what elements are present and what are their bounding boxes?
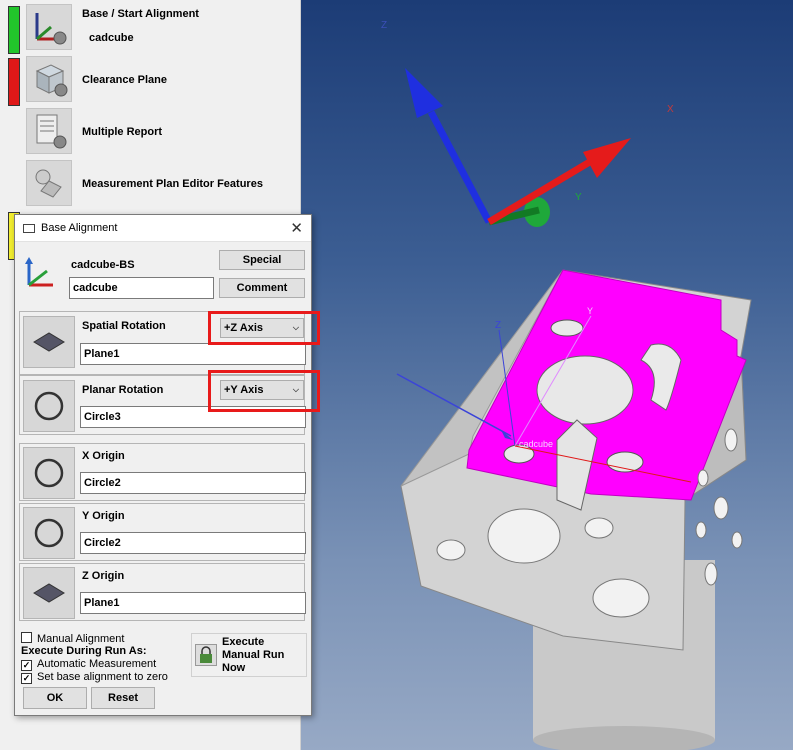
z-origin-section: Z Origin Plane1 [19,563,306,621]
z-origin-feature-field[interactable]: Plane1 [80,592,306,614]
plane-icon[interactable] [23,316,75,368]
base-alignment-dialog: Base Alignment ✕ cadcube-BS cadcube Spec… [14,214,320,716]
y-origin-label: Y Origin [82,510,125,522]
planar-rotation-label: Planar Rotation [82,384,164,396]
lock-icon [195,644,217,666]
checkbox-label: Set base alignment to zero [37,671,168,683]
plan-item-clearance-plane[interactable]: Clearance Plane [0,56,300,106]
axis-y-label: Y [575,192,582,203]
spatial-rotation-label: Spatial Rotation [82,320,166,332]
automatic-measurement-checkbox[interactable]: ✓ Automatic Measurement [21,658,156,671]
x-origin-label: X Origin [82,450,125,462]
plan-item-base-alignment[interactable]: Base / Start Alignment cadcube [0,4,300,54]
execute-manual-run-label: Execute Manual Run Now [222,636,284,675]
part-y-label: Y [587,306,593,316]
dialog-title: Base Alignment [41,222,118,234]
plan-item-label: Multiple Report [82,126,163,138]
plane-icon[interactable] [23,567,75,619]
y-origin-section: Y Origin Circle2 [19,503,306,561]
plan-item-features[interactable]: Measurement Plan Editor Features [0,160,300,210]
alignment-axes-icon [23,255,59,291]
part-name-label: cadcube [519,439,553,449]
status-bar-red [8,58,20,106]
alignment-axes-icon [26,4,72,50]
check-icon[interactable]: ✓ [21,673,32,684]
comment-button[interactable]: Comment [219,278,305,298]
execute-line: Execute [222,636,265,648]
clearance-cube-icon [26,56,72,102]
axis-z-label: Z [381,20,387,31]
axis-x-label: X [667,104,674,115]
alignment-comment-field[interactable]: cadcube [69,277,214,299]
set-base-zero-checkbox[interactable]: ✓ Set base alignment to zero [21,671,168,684]
z-origin-label: Z Origin [82,570,125,582]
plan-item-multiple-report[interactable]: Multiple Report [0,108,300,158]
y-origin-feature-field[interactable]: Circle2 [80,532,306,554]
ok-button[interactable]: OK [23,687,87,709]
execute-manual-run-button[interactable]: Execute Manual Run Now [191,633,307,677]
highlight-box [208,311,320,345]
circle-icon[interactable] [23,447,75,499]
manual-alignment-checkbox[interactable]: Manual Alignment [21,632,124,645]
circle-icon[interactable] [23,507,75,559]
part-z-label: Z [495,320,501,331]
plan-item-label: Measurement Plan Editor Features [82,178,263,190]
features-icon [26,160,72,206]
spatial-rotation-feature-field[interactable]: Plane1 [80,343,306,365]
x-origin-feature-field[interactable]: Circle2 [80,472,306,494]
check-icon[interactable]: ✓ [21,660,32,671]
checkbox-label: Automatic Measurement [37,658,157,670]
plan-item-sublabel: cadcube [89,32,134,44]
x-origin-section: X Origin Circle2 [19,443,306,501]
axis-triad-icon[interactable] [405,68,631,227]
execute-line: Now [222,662,246,674]
plan-item-label: Clearance Plane [82,74,167,86]
cad-viewport[interactable]: Z X Y Z Y cadcube [301,0,793,750]
dialog-titlebar[interactable]: Base Alignment ✕ [15,215,311,242]
execute-line: Manual Run [222,649,285,661]
window-icon [23,224,35,233]
execute-during-run-label: Execute During Run As: [21,645,147,657]
plan-item-label: Base / Start Alignment [82,8,199,20]
special-button[interactable]: Special [219,250,305,270]
reset-button[interactable]: Reset [91,687,155,709]
alignment-name-label: cadcube-BS [71,259,135,271]
close-icon[interactable]: ✕ [290,219,303,237]
checkbox-label: Manual Alignment [37,633,125,645]
circle-icon[interactable] [23,380,75,432]
highlight-box [208,370,320,412]
report-icon [26,108,72,154]
status-bar-green [8,6,20,54]
cad-scene: Z X Y Z Y cadcube [381,20,752,750]
checkbox-unchecked[interactable] [21,632,32,643]
